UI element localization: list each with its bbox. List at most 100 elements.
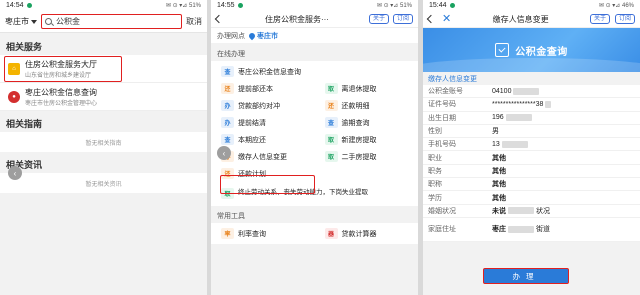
notification-icon [237,3,243,8]
service-hall-screen: 14:55 ✉ ⊙ ▾⊿ 51% 住房公积金服务··· 关于 订阅 办理网点 枣… [211,0,418,295]
service-item[interactable]: 还还款明细 [315,100,419,111]
floating-back-icon[interactable]: ‹ [8,166,22,180]
info-row[interactable]: 职业 其他 [423,151,640,165]
field-label: 家庭住址 [428,226,456,234]
banner: 公积金查询 [423,28,640,72]
field-label: 性别 [428,128,442,136]
service-label: 提前部还本 [238,85,273,93]
guides-empty: 暂无相关指南 [0,132,207,152]
result-subtitle: 枣庄市住房公积金管理中心 [25,100,98,107]
city-label: 枣庄市 [5,17,29,26]
floating-back-icon[interactable]: ‹ [217,146,231,160]
result-item-hall[interactable]: ⌂ 住房公积金服务大厅 山东省住房和城乡建设厅 [0,55,207,83]
info-row[interactable]: 公积金账号 04100 [423,85,640,99]
tool-row: 率利率查询器贷款计算器 [211,225,418,242]
service-item[interactable]: 查本期应还 [211,134,315,145]
page-title: 缴存人信息变更 [492,14,549,24]
guides-heading: 相关指南 [0,115,207,132]
service-item[interactable]: 查枣庄公积金信息查询 [211,66,418,77]
status-time: 14:54 [6,2,24,9]
tools-grid: 率利率查询器贷款计算器 [211,223,418,244]
field-label: 手机号码 [428,141,456,149]
info-row[interactable]: 职务 其他 [423,165,640,179]
cancel-button[interactable]: 取消 [186,16,202,27]
service-badge-icon: 办 [221,100,234,111]
info-row[interactable]: 家庭住址 枣庄 街道 [423,218,640,242]
status-bar: 14:54 ✉ ⊙ ▾⊿ 51% [0,0,207,11]
service-item[interactable]: 还提前部还本 [211,83,315,94]
service-label: 枣庄公积金信息查询 [238,68,301,76]
field-value: 04100 [492,87,512,95]
subscribe-button[interactable]: 订阅 [614,14,635,24]
service-badge-icon: 取 [324,151,338,162]
status-bar: 14:55 ✉ ⊙ ▾⊿ 51% [211,0,418,11]
field-value: 其他 [492,181,506,189]
status-bar: 15:44 ✉ ⊙ ▾⊿ 46% [423,0,640,11]
services-heading: 相关服务 [0,38,207,55]
back-icon[interactable] [214,14,224,24]
info-row[interactable]: 证件号码 ****************38 [423,98,640,112]
service-item[interactable]: 取新建房提取 [315,134,419,145]
site-label: 办理网点 [217,32,245,40]
status-time: 14:55 [217,2,235,9]
highlight-box [4,56,122,82]
field-value: 196 [492,114,504,122]
highlight-box [220,175,315,194]
search-screen: 14:54 ✉ ⊙ ▾⊿ 51% 枣庄市 公积金 取消 相关服务 ⌂ 住房公积金… [0,0,207,295]
service-badge-icon: 取 [324,83,338,94]
info-row[interactable]: 职称 其他 [423,178,640,192]
service-item[interactable]: 取离退休提取 [315,83,419,94]
field-label: 职务 [428,167,442,175]
service-item[interactable]: 查逾期查询 [315,117,419,128]
service-label: 缴存人信息变更 [238,153,287,161]
field-label: 证件号码 [428,101,456,109]
back-icon[interactable] [426,14,436,24]
submit-button[interactable]: 办理 [483,268,569,284]
service-item[interactable]: 取二手房提取 [315,151,419,162]
redaction-mask [508,207,534,215]
search-bar: 枣庄市 公积金 取消 [0,11,207,33]
redaction-mask [501,140,528,148]
info-change-screen: 15:44 ✉ ⊙ ▾⊿ 46% ✕ 缴存人信息变更 关于 订阅 公积金查询 缴… [423,0,640,295]
city-selector[interactable]: 枣庄市 [5,16,37,27]
result-item-query[interactable]: ● 枣庄公积金信息查询 枣庄市住房公积金管理中心 [0,83,207,111]
news-empty: 暂无相关资讯 [0,173,207,193]
tool-badge-icon: 率 [221,228,234,239]
info-row[interactable]: 性别 男 [423,125,640,139]
page-title: 住房公积金服务··· [264,14,329,24]
site-row[interactable]: 办理网点 枣庄市 [211,28,418,43]
info-row[interactable]: 手机号码 13 [423,138,640,152]
location-pin-icon [247,31,257,40]
status-time: 15:44 [429,2,447,9]
service-item[interactable]: 办贷款部约对冲 [211,100,315,111]
about-button[interactable]: 关于 [368,14,389,24]
search-query: 公积金 [56,17,80,26]
service-badge-icon: 取 [324,134,338,145]
service-label: 提前结清 [238,119,266,127]
tool-item[interactable]: 器贷款计算器 [315,228,419,239]
info-form: 公积金账号 04100 证件号码 ****************38 出生日期 196 性… [423,85,640,242]
about-button[interactable]: 关于 [589,14,610,24]
nav-bar: ✕ 缴存人信息变更 关于 订阅 [423,11,640,28]
tool-label: 利率查询 [238,230,266,238]
info-row[interactable]: 出生日期 196 [423,112,640,125]
tool-item[interactable]: 率利率查询 [211,228,315,239]
info-row[interactable]: 婚姻状况 未说 状况 [423,205,640,218]
tools-label: 常用工具 [211,209,418,223]
field-value: 未说 [492,207,506,215]
service-row: 查本期应还取新建房提取 [211,131,418,148]
field-value: 其他 [492,194,506,202]
online-label: 在线办理 [211,47,418,61]
search-input[interactable]: 公积金 [41,14,182,29]
field-label: 公积金账号 [428,88,463,96]
service-badge-icon: 查 [221,134,234,145]
news-heading: 相关资讯 [0,156,207,173]
close-icon[interactable]: ✕ [442,13,451,25]
field-value-suffix: 街道 [536,226,550,234]
service-label: 还款明细 [341,102,370,110]
info-row[interactable]: 学历 其他 [423,191,640,205]
service-label: 逾期查询 [341,119,370,127]
field-label: 出生日期 [428,114,456,122]
service-item[interactable]: 办提前结清 [211,117,315,128]
subscribe-button[interactable]: 订阅 [392,14,413,24]
